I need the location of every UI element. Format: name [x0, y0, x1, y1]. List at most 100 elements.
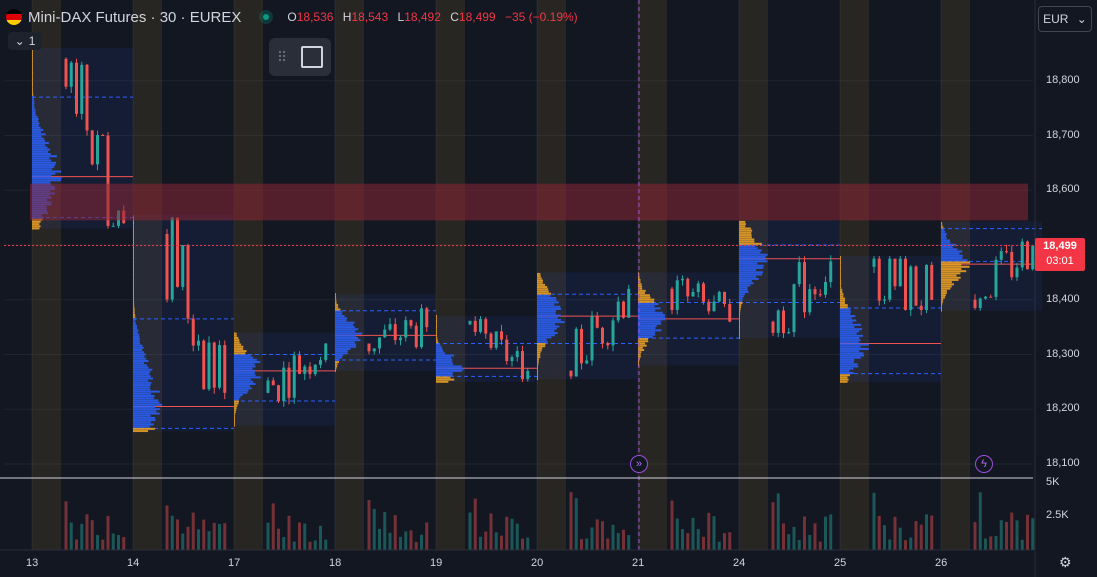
volume-profile-bar	[537, 325, 560, 328]
volume-bar	[277, 528, 280, 550]
volume-profile-bar	[840, 354, 864, 357]
candle-body	[298, 355, 301, 374]
volume-profile-bar	[941, 272, 961, 275]
session-break-event-icon[interactable]: »	[630, 455, 648, 473]
volume-bar	[877, 515, 881, 550]
volume-profile-bar	[941, 283, 955, 286]
volume-profile-bar	[739, 271, 763, 274]
rectangle-select-icon[interactable]	[301, 46, 324, 68]
volume-profile-bar	[941, 222, 943, 224]
volume-profile-bar	[133, 320, 136, 323]
volume-profile-bar	[840, 284, 841, 287]
volume-profile-bar	[335, 315, 345, 318]
volume-profile-bar	[133, 285, 134, 288]
volume-profile-bar	[133, 397, 154, 400]
volume-profile-bar	[32, 148, 51, 151]
volume-profile-bar	[739, 336, 740, 339]
volume-profile-bar	[739, 247, 758, 250]
volume-profile-bar	[840, 264, 841, 267]
volume-profile-bar	[537, 279, 544, 282]
settings-gear-icon[interactable]: ⚙	[1059, 554, 1072, 571]
volume-profile-bar	[335, 317, 348, 320]
volume-bar	[106, 515, 110, 550]
volume-profile-bar	[234, 334, 237, 337]
volume-profile-bar	[133, 226, 134, 229]
time-axis-label: 20	[531, 557, 544, 569]
volume-profile-bar	[133, 250, 134, 253]
candle-body	[616, 301, 620, 321]
volume-profile-bar	[335, 332, 363, 335]
volume-profile-bar	[32, 166, 55, 169]
volume-bar	[505, 516, 509, 550]
volume-bar	[622, 529, 625, 550]
indicators-toggle-button[interactable]: ⌄ 1	[8, 32, 42, 50]
volume-profile-bar	[739, 255, 766, 258]
volume-profile-bar	[32, 71, 33, 74]
volume-profile-bar	[133, 359, 149, 362]
time-axis-label: 25	[834, 557, 847, 569]
volume-profile-bar	[436, 376, 451, 379]
volume-profile-bar	[32, 109, 36, 112]
volume-profile-bar	[840, 336, 860, 339]
volume-bar	[973, 522, 977, 550]
candle-body	[824, 282, 827, 295]
candle-body	[319, 360, 322, 365]
volume-bar	[601, 521, 604, 550]
symbol-header[interactable]: Mini-DAX Futures · 30 · EUREX O18,536 H1…	[6, 6, 584, 28]
volume-profile-bar	[133, 408, 160, 411]
volume-profile-bar	[32, 142, 49, 145]
candle-body	[388, 324, 392, 330]
volume-profile-bar	[234, 356, 254, 359]
volume-profile-bar	[133, 313, 136, 316]
dividend-flash-event-icon[interactable]: ϟ	[975, 455, 993, 473]
volume-profile-bar	[436, 326, 437, 329]
volume-profile-bar	[335, 306, 339, 309]
volume-bar	[399, 536, 402, 550]
volume-bar	[298, 522, 301, 550]
candle-body	[197, 340, 200, 346]
volume-bar	[80, 523, 84, 550]
volume-profile-bar	[537, 338, 547, 341]
volume-profile-bar	[335, 343, 357, 346]
volume-profile-bar	[32, 155, 58, 158]
volume-profile-bar	[941, 230, 946, 233]
volume-profile-bar	[638, 340, 649, 343]
volume-profile-bar	[335, 330, 356, 333]
volume-profile-bar	[638, 294, 650, 297]
volume-bar	[723, 533, 726, 550]
volume-profile-bar	[537, 312, 556, 315]
volume-profile-bar	[537, 351, 541, 354]
volume-profile-bar	[133, 410, 157, 413]
volume-profile-bar	[537, 336, 552, 339]
volume-profile-bar	[436, 358, 453, 361]
volume-profile-bar	[32, 131, 41, 134]
volume-profile-bar	[638, 320, 661, 323]
volume-profile-bar	[32, 115, 38, 118]
volume-bar	[627, 535, 631, 550]
volume-profile-bar	[133, 414, 151, 417]
volume-profile-bar	[840, 328, 863, 331]
candle-body	[69, 62, 73, 87]
candle-body	[324, 343, 328, 361]
candle-body	[399, 337, 402, 341]
volume-profile-bar	[840, 369, 850, 372]
drawing-toolbox[interactable]: ⠿	[269, 38, 331, 76]
volume-profile-bar	[133, 421, 151, 424]
symbol-title[interactable]: Mini-DAX Futures · 30 · EUREX	[28, 9, 241, 26]
price-chart[interactable]	[0, 0, 1097, 577]
volume-profile-bar	[941, 263, 962, 266]
volume-profile-bar	[133, 239, 134, 242]
volume-profile-bar	[32, 52, 33, 55]
volume-bar	[378, 528, 381, 550]
candle-body	[1005, 251, 1008, 253]
currency-select[interactable]: EUR ⌄	[1038, 6, 1092, 32]
volume-profile-bar	[133, 254, 134, 257]
volume-profile-bar	[840, 293, 844, 296]
volume-profile-bar	[638, 327, 656, 330]
volume-profile-bar	[537, 307, 562, 310]
volume-profile-bar	[133, 283, 134, 286]
volume-bar	[919, 524, 923, 550]
candle-body	[989, 296, 993, 298]
volume-profile-bar	[840, 288, 843, 291]
drag-handle-icon[interactable]: ⠿	[277, 49, 287, 66]
